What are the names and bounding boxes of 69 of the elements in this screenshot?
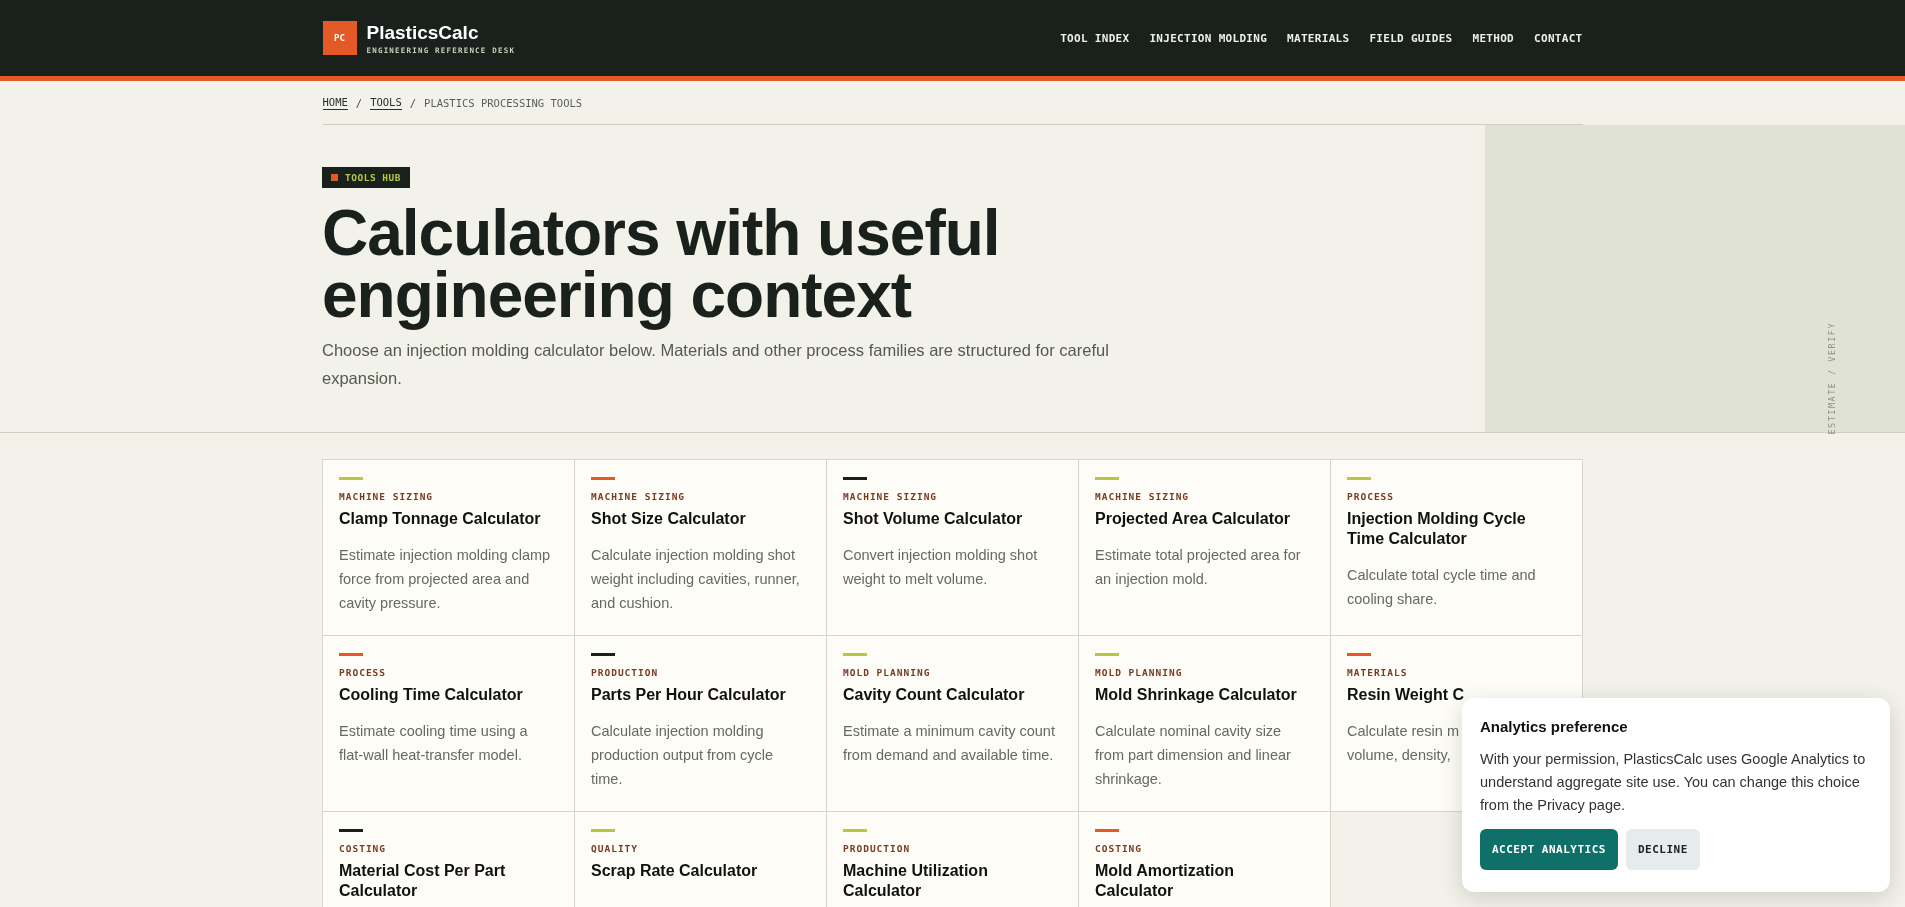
card-category: MACHINE SIZING (339, 491, 434, 502)
calculator-card[interactable]: PRODUCTION Parts Per Hour Calculator Calculate injection molding production output from cycle time. (575, 636, 827, 812)
card-description: Calculate nominal cavity size from part dimension and linear shrinkage. (1095, 722, 1291, 789)
brand-name[interactable]: PlasticsCalc (366, 21, 516, 44)
card-category: COSTING (1095, 843, 1143, 854)
card-description: Calculate resin m volume, density, (1347, 722, 1459, 765)
card-title: Scrap Rate Calculator (591, 861, 758, 881)
nav-link[interactable]: TOOL INDEX (1060, 31, 1130, 45)
breadcrumb-link[interactable]: TOOLS (370, 95, 402, 110)
card-title: Mold Amortization Calculator (1095, 861, 1235, 901)
card-title: Projected Area Calculator (1095, 509, 1291, 529)
calculator-card[interactable]: MACHINE SIZING Projected Area Calculator Estimate total projected area for an injection mold. (1079, 460, 1331, 636)
card-title: Shot Volume Calculator (843, 509, 1023, 529)
calculator-card[interactable]: COSTING Material Cost Per Part Calculator (323, 812, 575, 907)
calculator-card[interactable]: MACHINE SIZING Clamp Tonnage Calculator Estimate injection molding clamp force from projected area and cavity pressure. (323, 460, 575, 636)
current-page-label: PLASTICS PROCESSING TOOLS (424, 96, 583, 109)
card-title: Clamp Tonnage Calculator (339, 509, 541, 529)
card-title: Mold Shrinkage Calculator (1095, 685, 1297, 705)
section-badge: TOOLS HUB (322, 167, 410, 188)
accept-button[interactable]: ACCEPT ANALYTICS (1480, 829, 1618, 870)
card-description: Calculate injection molding production output from cycle time. (591, 722, 774, 789)
nav-link[interactable]: METHOD (1472, 31, 1515, 45)
calculator-card[interactable]: PRODUCTION Machine Utilization Calculator (827, 812, 1079, 907)
card-title: Injection Molding Cycle Time Calculator (1347, 509, 1527, 549)
nav-link[interactable]: MATERIALS (1287, 31, 1350, 45)
card-description: Estimate injection molding clamp force from projected area and cavity pressure. (339, 546, 551, 613)
card-description: Calculate total cycle time and cooling share. (1347, 566, 1536, 609)
nav-link[interactable]: FIELD GUIDES (1369, 31, 1453, 45)
nav-link[interactable]: CONTACT (1534, 31, 1583, 45)
page-subtitle: Choose an injection molding calculator below. Materials and other process families are structured for careful expansion. (322, 340, 1110, 389)
breadcrumb-separator: / (409, 96, 417, 109)
calculator-card[interactable]: MOLD PLANNING Cavity Count Calculator Estimate a minimum cavity count from demand and available time. (827, 636, 1079, 812)
card-title: Material Cost Per Part Calculator (339, 861, 507, 901)
calculator-card[interactable]: PROCESS Injection Molding Cycle Time Calculator Calculate total cycle time and cooling share. (1331, 460, 1583, 636)
calculator-card[interactable]: MACHINE SIZING Shot Volume Calculator Convert injection molding shot weight to melt volume. (827, 460, 1079, 636)
calculator-card[interactable]: QUALITY Scrap Rate Calculator (575, 812, 827, 907)
side-label: ESTIMATE / VERIFY (1827, 321, 1837, 434)
card-category: MACHINE SIZING (591, 491, 686, 502)
card-category: MACHINE SIZING (843, 491, 938, 502)
card-title: Machine Utilization Calculator (843, 861, 989, 901)
card-category: PRODUCTION (843, 843, 911, 854)
card-category: MATERIALS (1347, 667, 1408, 678)
calculator-card[interactable]: MOLD PLANNING Mold Shrinkage Calculator Calculate nominal cavity size from part dimension and linear shrinkage. (1079, 636, 1331, 812)
breadcrumb-link[interactable]: HOME (322, 95, 348, 110)
card-category: MOLD PLANNING (1095, 667, 1183, 678)
decline-button[interactable]: DECLINE (1625, 829, 1700, 870)
card-category: PROCESS (339, 667, 387, 678)
card-title: Cooling Time Calculator (339, 685, 523, 705)
card-description: Estimate cooling time using a flat-wall heat-transfer model. (339, 722, 528, 765)
card-category: COSTING (339, 843, 387, 854)
card-category: MACHINE SIZING (1095, 491, 1190, 502)
calculator-card[interactable]: COSTING Mold Amortization Calculator (1079, 812, 1331, 907)
card-description: Calculate injection molding shot weight including cavities, runner, and cushion. (591, 546, 800, 613)
card-title: Shot Size Calculator (591, 509, 746, 529)
card-title: Resin Weight C (1347, 685, 1465, 705)
logo-mark[interactable]: PC (322, 21, 357, 55)
card-category: PROCESS (1347, 491, 1395, 502)
card-title: Cavity Count Calculator (843, 685, 1025, 705)
card-title: Parts Per Hour Calculator (591, 685, 786, 705)
card-description: Estimate total projected area for an injection mold. (1095, 546, 1301, 589)
card-category: PRODUCTION (591, 667, 659, 678)
card-description: Convert injection molding shot weight to melt volume. (843, 546, 1038, 589)
card-category: MOLD PLANNING (843, 667, 931, 678)
calculator-card[interactable]: MACHINE SIZING Shot Size Calculator Calculate injection molding shot weight including cavities, runner, and cushion. (575, 460, 827, 636)
nav-link[interactable]: INJECTION MOLDING (1149, 31, 1268, 45)
card-category: QUALITY (591, 843, 639, 854)
breadcrumb-separator: / (355, 96, 363, 109)
card-description: Estimate a minimum cavity count from demand and available time. (843, 722, 1055, 765)
calculator-card[interactable]: PROCESS Cooling Time Calculator Estimate cooling time using a flat-wall heat-transfer model. (323, 636, 575, 812)
